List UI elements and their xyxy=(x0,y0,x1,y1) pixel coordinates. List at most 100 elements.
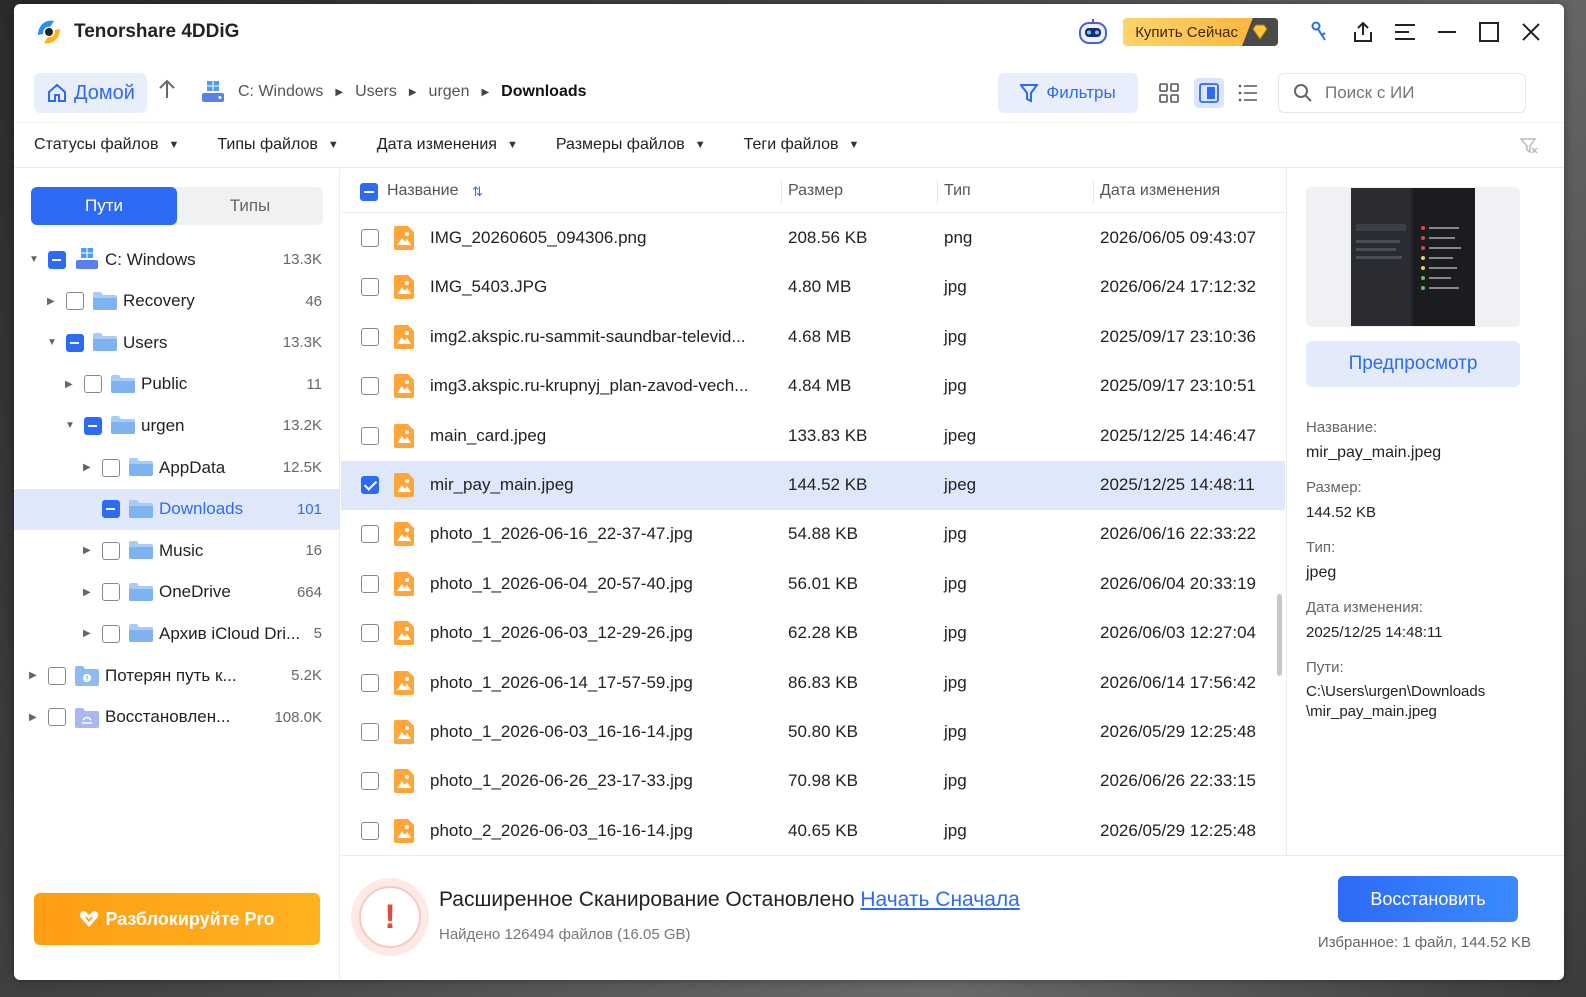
caret-right-icon[interactable]: ▶ xyxy=(83,628,91,639)
filters-button[interactable]: Фильтры xyxy=(998,73,1138,113)
breadcrumb-item-urgen[interactable]: urgen xyxy=(429,83,470,101)
sidebar-tree-item[interactable]: ▶ AppData 12.5K xyxy=(14,447,340,488)
file-tags-dropdown[interactable]: Теги файлов ▼ xyxy=(744,136,860,154)
sidebar-tree-item[interactable]: ▶ Recovery 46 xyxy=(14,281,340,322)
row-checkbox[interactable] xyxy=(361,723,379,741)
table-row[interactable]: photo_1_2026-06-03_12-29-26.jpg 62.28 KB j… xyxy=(341,609,1285,658)
row-checkbox[interactable] xyxy=(361,229,379,247)
minimize-icon[interactable] xyxy=(1426,14,1468,50)
tab-paths[interactable]: Пути xyxy=(31,187,177,225)
tree-checkbox[interactable] xyxy=(48,250,66,269)
row-checkbox[interactable] xyxy=(361,624,379,643)
tree-checkbox[interactable] xyxy=(66,292,84,311)
caret-right-icon[interactable]: ▶ xyxy=(47,296,55,307)
maximize-icon[interactable] xyxy=(1468,14,1510,50)
tab-types[interactable]: Типы xyxy=(177,187,323,225)
sort-icon[interactable]: ⇅ xyxy=(472,184,483,200)
table-row[interactable]: IMG_5403.JPG 4.80 MB jpg 2026/06/24 17:12:3… xyxy=(341,263,1285,312)
image-file-icon xyxy=(393,374,415,399)
caret-right-icon[interactable]: ▶ xyxy=(83,545,91,556)
column-header-type[interactable]: Тип xyxy=(944,182,971,200)
row-checkbox[interactable] xyxy=(361,772,379,791)
up-arrow-icon[interactable] xyxy=(158,78,176,107)
breadcrumb-item-users[interactable]: Users xyxy=(355,83,397,101)
share-icon[interactable] xyxy=(1342,14,1384,50)
row-checkbox[interactable] xyxy=(361,327,379,346)
sidebar-tree-item[interactable]: ▶ Public 11 xyxy=(14,364,340,405)
column-header-date[interactable]: Дата изменения xyxy=(1100,182,1220,200)
caret-right-icon[interactable]: ▶ xyxy=(83,587,91,598)
restore-button[interactable]: Восстановить xyxy=(1338,876,1518,922)
date-modified-dropdown[interactable]: Дата изменения ▼ xyxy=(377,136,518,154)
search-input[interactable] xyxy=(1325,83,1505,103)
tree-checkbox[interactable] xyxy=(102,541,120,560)
sidebar-tree-item[interactable]: ▶ Архив iCloud Dri... 5 xyxy=(14,613,340,654)
search-box[interactable] xyxy=(1278,73,1526,113)
restart-scan-link[interactable]: Начать Сначала xyxy=(860,888,1019,911)
tree-checkbox[interactable] xyxy=(102,624,120,643)
tree-checkbox[interactable] xyxy=(48,666,66,685)
tree-checkbox[interactable] xyxy=(102,458,120,477)
caret-right-icon[interactable]: ▶ xyxy=(29,670,37,681)
sidebar-tree-item[interactable]: Downloads 101 xyxy=(14,488,340,530)
row-checkbox[interactable] xyxy=(361,476,379,494)
preview-pane-view-icon[interactable] xyxy=(1194,78,1224,108)
tree-checkbox[interactable] xyxy=(48,708,66,727)
sidebar-tree-item[interactable]: ▶ OneDrive 664 xyxy=(14,572,340,613)
column-header-name[interactable]: Название xyxy=(387,182,459,200)
file-status-dropdown[interactable]: Статусы файлов ▼ xyxy=(34,136,179,154)
sidebar-tree-item[interactable]: ▼ C: Windows 13.3K xyxy=(14,239,340,280)
list-view-icon[interactable] xyxy=(1233,78,1263,108)
sidebar-tree-item[interactable]: ▶ Восстановлен... 108.0K xyxy=(14,697,340,738)
table-row[interactable]: mir_pay_main.jpeg 144.52 KB jpeg 2025/12/25… xyxy=(341,461,1285,510)
tree-checkbox[interactable] xyxy=(66,333,84,352)
close-icon[interactable] xyxy=(1510,14,1552,50)
table-row[interactable]: img3.akspic.ru-krupnyj_plan-zavod-vech..… xyxy=(341,362,1285,411)
file-types-dropdown[interactable]: Типы файлов ▼ xyxy=(217,136,338,154)
table-row[interactable]: photo_1_2026-06-03_16-16-14.jpg 50.80 KB j… xyxy=(341,708,1285,757)
row-checkbox[interactable] xyxy=(361,574,379,593)
unlock-pro-button[interactable]: Разблокируйте Pro xyxy=(34,893,320,945)
tree-checkbox[interactable] xyxy=(102,583,120,602)
caret-right-icon[interactable]: ▶ xyxy=(83,462,91,473)
sidebar-tree-item[interactable]: ▶ Music 16 xyxy=(14,530,340,571)
row-checkbox[interactable] xyxy=(361,426,379,445)
caret-right-icon[interactable]: ▶ xyxy=(29,712,37,723)
table-row[interactable]: photo_1_2026-06-14_17-57-59.jpg 86.83 KB j… xyxy=(341,659,1285,708)
table-row[interactable]: photo_1_2026-06-04_20-57-40.jpg 56.01 KB j… xyxy=(341,560,1285,609)
column-header-size[interactable]: Размер xyxy=(788,182,843,200)
ai-robot-icon[interactable] xyxy=(1073,14,1113,50)
clear-filter-icon[interactable] xyxy=(1519,137,1538,160)
key-icon[interactable] xyxy=(1300,14,1342,50)
home-button[interactable]: Домой xyxy=(34,73,147,113)
row-checkbox[interactable] xyxy=(361,821,379,840)
sidebar-tree-item[interactable]: ▼ Users 13.3K xyxy=(14,322,340,363)
preview-button[interactable]: Предпросмотр xyxy=(1306,341,1520,387)
table-row[interactable]: photo_1_2026-06-16_22-37-47.jpg 54.88 KB j… xyxy=(341,510,1285,559)
row-checkbox[interactable] xyxy=(361,673,379,692)
sidebar-tree-item[interactable]: ▼ urgen 13.2K xyxy=(14,405,340,446)
buy-now-button[interactable]: Купить Сейчас xyxy=(1123,18,1278,46)
table-row[interactable]: main_card.jpeg 133.83 KB jpeg 2025/12/25 14… xyxy=(341,412,1285,461)
row-checkbox[interactable] xyxy=(361,278,379,297)
table-row[interactable]: photo_1_2026-06-26_23-17-33.jpg 70.98 KB j… xyxy=(341,757,1285,806)
row-checkbox[interactable] xyxy=(361,525,379,544)
caret-down-icon[interactable]: ▼ xyxy=(65,420,75,431)
row-checkbox[interactable] xyxy=(361,377,379,396)
table-row[interactable]: IMG_20260605_094306.png 208.56 KB png 2026/… xyxy=(341,214,1285,263)
table-scrollbar[interactable] xyxy=(1277,594,1282,676)
breadcrumb-item-drive[interactable]: C: Windows xyxy=(238,83,323,101)
tree-checkbox[interactable] xyxy=(102,500,120,519)
caret-right-icon[interactable]: ▶ xyxy=(65,379,73,390)
caret-down-icon[interactable]: ▼ xyxy=(29,254,39,265)
table-row[interactable]: img2.akspic.ru-sammit-saundbar-televid..… xyxy=(341,313,1285,362)
menu-icon[interactable] xyxy=(1384,14,1426,50)
table-row[interactable]: photo_2_2026-06-03_16-16-14.jpg 40.65 KB j… xyxy=(341,807,1285,855)
caret-down-icon[interactable]: ▼ xyxy=(47,337,57,348)
file-sizes-dropdown[interactable]: Размеры файлов ▼ xyxy=(556,136,706,154)
grid-view-icon[interactable] xyxy=(1154,78,1184,108)
tree-checkbox[interactable] xyxy=(84,416,102,435)
tree-checkbox[interactable] xyxy=(84,375,102,394)
select-all-checkbox[interactable] xyxy=(360,183,378,201)
sidebar-tree-item[interactable]: ▶? Потерян путь к... 5.2K xyxy=(14,655,340,696)
